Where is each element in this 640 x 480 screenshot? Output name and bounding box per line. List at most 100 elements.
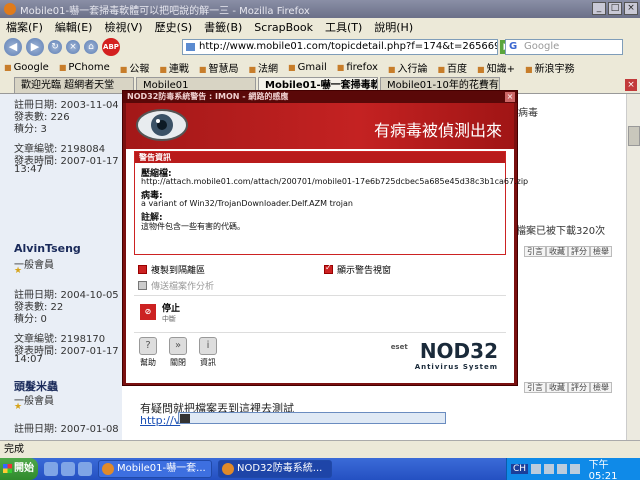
note-text: 這物件包含一些有害的代碼。 (141, 222, 245, 231)
stop-sublabel: 中斷 (162, 315, 176, 323)
show-window-label: 顯示警告視窗 (337, 266, 392, 276)
bookmark-item[interactable]: 新浪宇務 (525, 60, 575, 75)
taskbar-item-firefox[interactable]: Mobile01-嚇一套... (98, 460, 212, 478)
quarantine-checkbox[interactable] (138, 265, 147, 274)
tooltip-popup (178, 412, 446, 424)
close-tab-icon[interactable]: × (625, 79, 637, 91)
stop-icon[interactable]: × (66, 40, 80, 54)
user-reg-date: 註冊日期: 2007-01-08 (14, 424, 119, 435)
forward-button[interactable]: ▶ (26, 38, 44, 56)
tray-icon[interactable] (531, 464, 541, 474)
rank-star-icon: ★ (14, 266, 23, 276)
bookmark-item[interactable]: 法網 (248, 60, 278, 75)
navigation-toolbar: ◀ ▶ ↻ × ⌂ ABP http://www.mobile01.com/to… (0, 36, 640, 58)
post-text: 病毒 (518, 108, 538, 119)
maximize-button[interactable]: □ (608, 2, 622, 15)
menu-bookmarks[interactable]: 書籤(B) (204, 19, 242, 35)
favorite-button[interactable]: 收藏 (546, 382, 568, 393)
rate-button[interactable]: 評分 (568, 246, 590, 257)
quicklaunch-icon[interactable] (61, 462, 75, 476)
show-window-checkbox[interactable] (324, 263, 333, 274)
nod32-eye-icon (136, 109, 188, 141)
menu-history[interactable]: 歷史(S) (155, 19, 193, 35)
stop-icon: ⊘ (140, 304, 156, 320)
language-indicator[interactable]: CH (511, 464, 529, 474)
send-analysis-label: 傳送檔案作分析 (151, 282, 215, 292)
bookmark-item[interactable]: 公報 (120, 60, 149, 75)
quicklaunch-icon[interactable] (44, 462, 58, 476)
nod32-alert-dialog: NOD32防毒系統警告 : IMON - 網路的感應 × 有病毒被偵測出來 警告… (122, 90, 528, 386)
tray-icon[interactable] (569, 464, 580, 474)
home-icon[interactable]: ⌂ (84, 40, 98, 54)
post-text: 檔案已被下載320次 (516, 226, 606, 237)
menu-scrapbook[interactable]: ScrapBook (254, 21, 313, 34)
start-button[interactable]: 開始 (0, 458, 38, 480)
menu-view[interactable]: 檢視(V) (104, 19, 142, 35)
quarantine-label: 複製到隔離區 (151, 266, 206, 276)
back-button[interactable]: ◀ (4, 38, 22, 56)
bookmark-item[interactable]: 知識+ (477, 60, 515, 75)
post-link[interactable]: http://v (140, 414, 180, 427)
taskbar-item-nod32[interactable]: NOD32防毒系統... (218, 460, 332, 478)
minimize-button[interactable]: _ (592, 2, 606, 15)
search-input[interactable]: Google (505, 39, 623, 55)
menu-edit[interactable]: 編輯(E) (55, 19, 93, 35)
menu-tools[interactable]: 工具(T) (325, 19, 362, 35)
bookmark-item[interactable]: 連戰 (159, 60, 189, 75)
menu-help[interactable]: 說明(H) (374, 19, 413, 35)
rank-star-icon: ★ (14, 402, 23, 412)
window-titlebar: Mobile01-嚇一套掃毒軟體可以把吧說的解一三 - Mozilla Fire… (0, 0, 640, 18)
help-label: 幫助 (140, 358, 156, 367)
info-button[interactable]: i 資訊 (194, 337, 222, 368)
scrollbar-thumb[interactable] (628, 126, 640, 146)
post-right-column: 病毒 檔案已被下載320次 引言 收藏 評分 檢舉 引言 收藏 評分 檢舉 (516, 94, 626, 440)
dialog-title: NOD32防毒系統警告 : IMON - 網路的感應 (123, 91, 517, 103)
send-analysis-checkbox (138, 281, 147, 290)
window-title: Mobile01-嚇一套掃毒軟體可以把吧說的解一三 - Mozilla Fire… (20, 5, 310, 17)
tab-0[interactable]: 歡迎光臨 超網者天堂 (14, 77, 134, 93)
menu-bar: 檔案(F) 編輯(E) 檢視(V) 歷史(S) 書籤(B) ScrapBook … (0, 18, 640, 36)
status-bar: 完成 (0, 440, 640, 458)
bookmark-item[interactable]: Google (4, 62, 49, 73)
show-window-option[interactable]: 顯示警告視窗 (324, 263, 391, 276)
close-button[interactable]: × (624, 2, 638, 15)
eset-logo-text: eset (390, 343, 408, 351)
bookmark-item[interactable]: PChome (59, 62, 109, 73)
url-input[interactable]: http://www.mobile01.com/topicdetail.php?… (182, 39, 498, 55)
bookmarks-toolbar: Google PChome 公報 連戰 智慧局 法網 Gmail firefox… (0, 58, 640, 76)
quick-launch (44, 462, 92, 476)
menu-file[interactable]: 檔案(F) (6, 19, 43, 35)
bookmark-item[interactable]: Gmail (288, 62, 327, 73)
user-info-column: 註冊日期: 2003-11-04 發表數: 226 積分: 3 文章編號: 21… (0, 94, 122, 440)
help-button[interactable]: ? 幫助 (134, 337, 162, 368)
nod32-logo-text: NOD32 (419, 339, 498, 363)
username-link[interactable]: AlvinTseng (14, 242, 81, 255)
report-button[interactable]: 檢舉 (590, 246, 612, 257)
info-icon: i (199, 337, 217, 355)
reload-icon[interactable]: ↻ (48, 40, 62, 54)
dialog-footer: ? 幫助 » 關閉 i 資訊 eset NOD32 Antivirus Syst… (134, 335, 506, 379)
bookmark-item[interactable]: 入行論 (388, 60, 427, 75)
close-dialog-button[interactable]: » 關閉 (164, 337, 192, 368)
quicklaunch-icon[interactable] (78, 462, 92, 476)
rate-button[interactable]: 評分 (568, 382, 590, 393)
window-controls: _ □ × (592, 2, 638, 15)
adblock-icon[interactable]: ABP (102, 38, 120, 56)
stop-action[interactable]: ⊘ 停止 中斷 (134, 295, 506, 333)
bookmark-item[interactable]: firefox (337, 62, 378, 73)
quote-button[interactable]: 引言 (524, 382, 546, 393)
tray-clock: 下午 05:21 (588, 460, 618, 480)
bookmark-item[interactable]: 百度 (437, 60, 467, 75)
page-scrollbar[interactable] (626, 94, 640, 440)
tray-icon[interactable] (543, 464, 554, 474)
stop-label: 停止 (162, 304, 181, 314)
dialog-close-icon[interactable]: × (505, 92, 515, 102)
chevron-down-icon: » (169, 337, 187, 355)
bookmark-item[interactable]: 智慧局 (199, 60, 238, 75)
tray-icon[interactable] (556, 464, 567, 474)
quote-button[interactable]: 引言 (524, 246, 546, 257)
favorite-button[interactable]: 收藏 (546, 246, 568, 257)
info-label: 資訊 (200, 358, 216, 367)
report-button[interactable]: 檢舉 (590, 382, 612, 393)
quarantine-option[interactable]: 複製到隔離區 (138, 263, 205, 276)
